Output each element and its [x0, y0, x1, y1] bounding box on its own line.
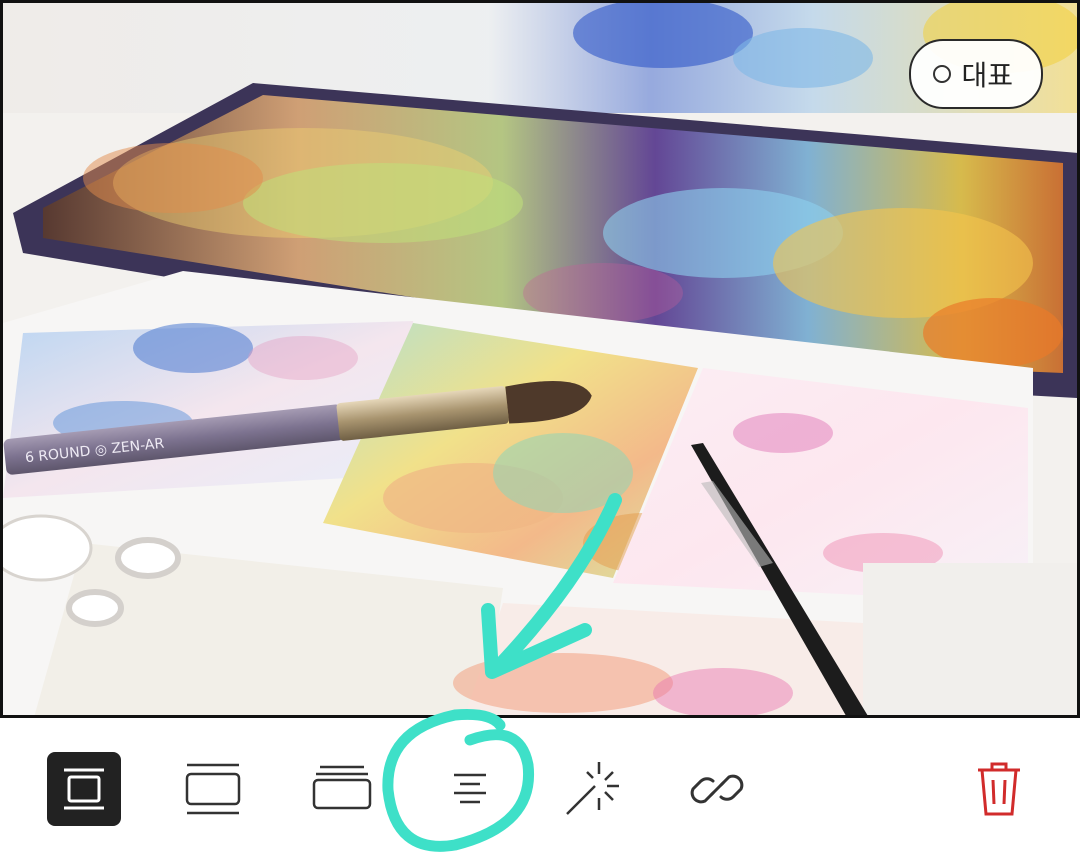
frame-full-button[interactable]	[47, 752, 121, 826]
watercolor-palette-photo[interactable]: 6 ROUND ◎ ZEN-AR 대표	[0, 0, 1080, 718]
magic-wand-icon	[566, 762, 619, 815]
frame-stack-icon	[312, 765, 372, 810]
frame-stack-button[interactable]	[305, 752, 379, 826]
frame-full-icon	[64, 768, 104, 810]
representative-label: 대표	[961, 59, 1013, 92]
photo-illustration: 6 ROUND ◎ ZEN-AR	[3, 3, 1077, 715]
frame-wide-button[interactable]	[176, 752, 250, 826]
trash-icon	[978, 762, 1020, 816]
image-edit-toolbar	[0, 718, 1080, 857]
frame-wide-icon	[185, 763, 241, 815]
radio-circle-icon	[933, 65, 952, 83]
delete-button[interactable]	[962, 752, 1036, 826]
representative-badge[interactable]: 대표	[909, 39, 1043, 109]
align-center-button[interactable]	[433, 752, 507, 826]
link-icon	[690, 774, 744, 804]
magic-wand-button[interactable]	[555, 752, 629, 826]
link-button[interactable]	[680, 752, 754, 826]
align-center-icon	[454, 773, 486, 804]
